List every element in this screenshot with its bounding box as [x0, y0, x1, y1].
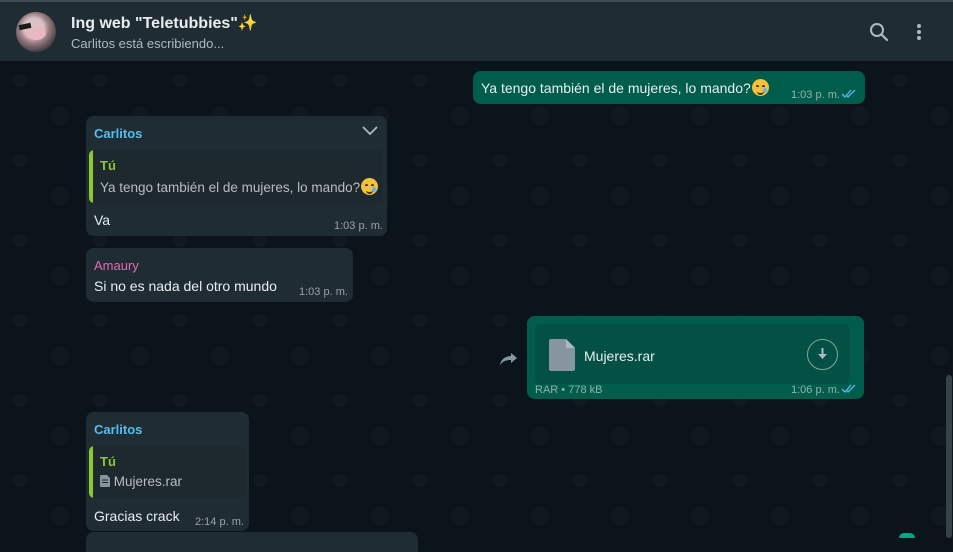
- chat-header: Ing web "Teletubbies"✨ Carlitos está esc…: [0, 2, 953, 61]
- quote-accent-bar: [89, 150, 93, 203]
- sender-name[interactable]: Carlitos: [94, 126, 142, 141]
- incoming-message-partial[interactable]: [86, 532, 418, 552]
- file-meta: RAR • 778 kB: [535, 384, 602, 396]
- quote-text: Mujeres.rar: [113, 474, 183, 489]
- outgoing-message[interactable]: Ya tengo también el de mujeres, lo mando…: [473, 71, 865, 104]
- incoming-message[interactable]: Carlitos Tú Mujeres.rar Gracias crack 2:…: [86, 412, 249, 531]
- document-icon: [549, 339, 575, 371]
- scrollbar[interactable]: [946, 375, 952, 538]
- quote-accent-bar: [89, 446, 93, 498]
- quote-text: Ya tengo también el de mujeres, lo mando…: [100, 180, 361, 195]
- scroll-to-bottom-badge[interactable]: [899, 533, 915, 538]
- sender-name[interactable]: Carlitos: [94, 422, 142, 437]
- outgoing-file-message[interactable]: Mujeres.rar RAR • 778 kB 1:06 p. m.: [527, 316, 864, 399]
- forward-button[interactable]: [494, 347, 524, 371]
- message-text: Gracias crack: [94, 508, 180, 524]
- more-vertical-icon: [917, 24, 921, 40]
- search-icon: [870, 23, 889, 42]
- message-time: 1:03 p. m.: [299, 286, 348, 298]
- message-text: Si no es nada del otro mundo: [94, 278, 277, 294]
- download-button[interactable]: [807, 339, 838, 370]
- read-receipt-icon: [841, 384, 856, 393]
- document-icon: [100, 475, 110, 487]
- quoted-message[interactable]: Tú Ya tengo también el de mujeres, lo ma…: [89, 150, 383, 203]
- message-time: 1:03 p. m.: [791, 89, 840, 101]
- message-text: Va: [94, 212, 111, 228]
- file-size: 778 kB: [568, 384, 603, 396]
- message-text-line: Ya tengo también el de mujeres, lo mando…: [481, 79, 769, 96]
- quote-author: Tú: [100, 454, 116, 469]
- file-type: RAR: [535, 384, 559, 396]
- sender-name[interactable]: Amaury: [94, 258, 139, 273]
- quote-author: Tú: [100, 158, 116, 173]
- forward-icon: [500, 353, 517, 365]
- group-avatar[interactable]: [16, 12, 56, 52]
- file-meta-separator: •: [561, 384, 566, 396]
- message-text: Ya tengo también el de mujeres, lo mando…: [481, 80, 751, 96]
- file-name: Mujeres.rar: [584, 348, 655, 364]
- incoming-message[interactable]: Carlitos Tú Ya tengo también el de mujer…: [86, 116, 387, 236]
- incoming-message[interactable]: Amaury Si no es nada del otro mundo 1:03…: [86, 248, 353, 302]
- message-time: 1:06 p. m.: [791, 384, 840, 396]
- message-list[interactable]: Ya tengo también el de mujeres, lo mando…: [0, 61, 953, 552]
- menu-button[interactable]: [907, 20, 931, 44]
- quoted-message[interactable]: Tú Mujeres.rar: [89, 446, 246, 498]
- quote-text-line: Mujeres.rar: [100, 474, 182, 489]
- smiling-face-with-tear-emoji: [361, 178, 379, 195]
- typing-status: Carlitos está escribiendo...: [71, 36, 225, 51]
- message-time: 2:14 p. m.: [195, 516, 244, 528]
- smiling-face-with-tear-emoji: [751, 79, 769, 96]
- chevron-down-icon[interactable]: [361, 124, 379, 138]
- file-attachment[interactable]: Mujeres.rar: [535, 324, 850, 384]
- message-time: 1:03 p. m.: [334, 220, 383, 232]
- quote-text-line: Ya tengo también el de mujeres, lo mando…: [100, 178, 379, 195]
- read-receipt-icon: [841, 89, 856, 98]
- download-icon: [818, 348, 827, 359]
- search-button[interactable]: [867, 20, 891, 44]
- chat-title[interactable]: Ing web "Teletubbies"✨: [71, 13, 258, 33]
